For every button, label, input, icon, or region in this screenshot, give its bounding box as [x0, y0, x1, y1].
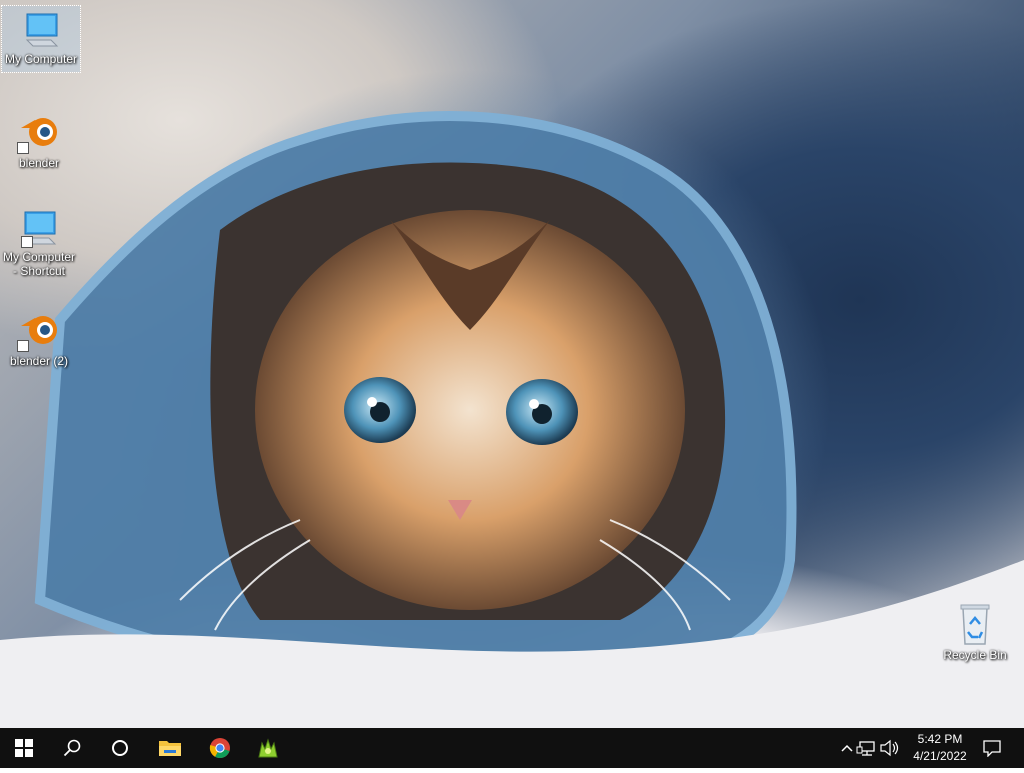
clock[interactable]: 5:42 PM 4/21/2022 [902, 731, 978, 765]
search-icon [63, 739, 81, 757]
shortcut-arrow-icon [17, 142, 29, 154]
desktop-icon-label: My Computer [4, 52, 78, 66]
action-center-icon [983, 740, 1001, 757]
desktop-icon-my-computer-shortcut[interactable]: My Computer - Shortcut [0, 204, 78, 286]
action-center-button[interactable] [968, 728, 1016, 768]
chrome-button[interactable] [196, 728, 244, 768]
monitor-icon [19, 208, 59, 248]
clock-date: 4/21/2022 [913, 749, 967, 763]
desktop-icon-blender-2[interactable]: blender (2) [0, 306, 78, 372]
desktop-icon-label: blender (2) [9, 354, 69, 368]
chevron-up-icon[interactable] [838, 728, 856, 768]
chrome-icon [209, 738, 230, 759]
app-button[interactable] [244, 728, 292, 768]
folder-icon [159, 741, 181, 756]
desktop-icon-label: My Computer - Shortcut [2, 250, 76, 278]
taskbar: 5:42 PM 4/21/2022 [0, 728, 1024, 768]
desktop-icon-my-computer[interactable]: My Computer [1, 5, 81, 73]
shortcut-arrow-icon [17, 340, 29, 352]
desktop-icon-label: Recycle Bin [943, 648, 1007, 662]
clock-time: 5:42 PM [917, 732, 963, 746]
blender-icon [15, 308, 63, 352]
desktop-icon-recycle-bin[interactable]: Recycle Bin [936, 600, 1014, 670]
cortana-circle-icon [112, 740, 128, 756]
speaker-icon[interactable] [878, 728, 902, 768]
desktop-icon-label: blender [18, 156, 60, 170]
desktop[interactable]: My Computer blender My Computer - Shortc… [0, 0, 1024, 728]
desktop-icon-blender[interactable]: blender [0, 108, 78, 174]
shortcut-arrow-icon [21, 236, 33, 248]
file-explorer-button[interactable] [146, 728, 194, 768]
recycle-bin-icon [955, 602, 995, 646]
wallpaper-kitten [0, 111, 1024, 728]
windows-logo-icon [15, 739, 33, 757]
green-app-icon [258, 738, 278, 758]
task-view-button[interactable] [96, 728, 144, 768]
search-button[interactable] [48, 728, 96, 768]
start-button[interactable] [0, 728, 48, 768]
network-icon[interactable] [856, 728, 878, 768]
blender-icon [15, 110, 63, 154]
monitor-icon [21, 10, 61, 50]
